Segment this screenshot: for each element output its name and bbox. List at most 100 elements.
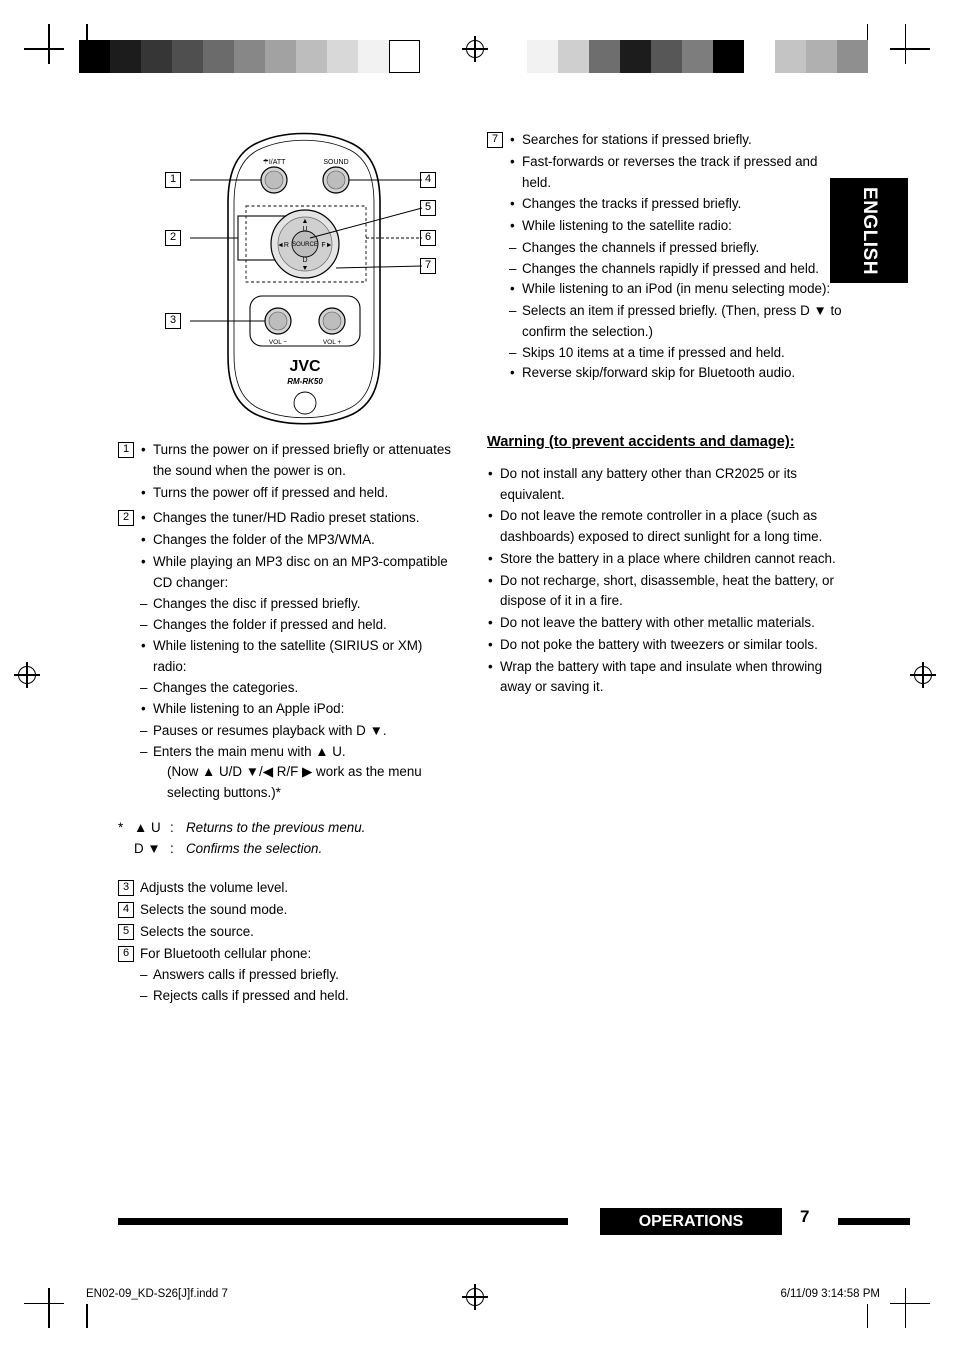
- key-7-ipod: While listening to an iPod (in menu sele…: [509, 279, 847, 300]
- key-5-text: Selects the source.: [140, 924, 254, 940]
- footnote-text-1: Returns to the previous menu.: [186, 820, 366, 836]
- list-item: Changes the tuner/HD Radio preset statio…: [140, 508, 458, 529]
- key-6-text: For Bluetooth cellular phone:: [140, 946, 312, 962]
- list-item: Do not recharge, short, disassemble, hea…: [487, 571, 847, 613]
- list-item: Changes the tracks if pressed briefly.: [509, 194, 847, 215]
- crop-mark: [86, 1304, 88, 1328]
- callout-2: 2: [165, 230, 181, 246]
- key-item-7: 7 Searches for stations if pressed brief…: [487, 130, 847, 385]
- key-3-text: Adjusts the volume level.: [140, 879, 289, 895]
- crop-mark: [866, 1304, 868, 1328]
- page-number: 7: [800, 1207, 810, 1226]
- left-column: 1 Turns the power on if pressed briefly …: [118, 440, 458, 1008]
- svg-text:SOUND: SOUND: [323, 159, 348, 166]
- key-6-sub: Answers calls if pressed briefly. Reject…: [140, 965, 458, 1007]
- registration-mark-right: [910, 662, 936, 688]
- key-number-4: 4: [118, 901, 134, 918]
- warning-section: Warning (to prevent accidents and damage…: [487, 431, 847, 698]
- color-bar-right: [527, 40, 868, 73]
- key-number-3: 3: [118, 879, 134, 896]
- list-item: Pauses or resumes playback with D ▼.: [140, 721, 458, 742]
- key-2-satellite-sub: Changes the categories.: [140, 678, 458, 699]
- footer-section-label: OPERATIONS: [600, 1208, 782, 1235]
- registration-mark-top: [462, 36, 488, 62]
- svg-text:U: U: [302, 226, 307, 233]
- crop-mark: [24, 1302, 64, 1304]
- list-item: Turns the power on if pressed briefly or…: [140, 440, 458, 482]
- callout-1: 1: [165, 172, 181, 188]
- callout-3: 3: [165, 313, 181, 329]
- key-2-bullets: Changes the tuner/HD Radio preset statio…: [140, 508, 458, 593]
- list-item: Answers calls if pressed briefly.: [140, 965, 458, 986]
- list-item: Skips 10 items at a time if pressed and …: [509, 343, 847, 364]
- key-2-ipod-sub: Pauses or resumes playback with D ▼. Ent…: [140, 721, 458, 763]
- svg-text:RM-RK50: RM-RK50: [287, 377, 323, 386]
- svg-text:VOL −: VOL −: [269, 339, 288, 346]
- crop-mark: [904, 24, 906, 64]
- list-item: Wrap the battery with tape and insulate …: [487, 657, 847, 699]
- imprint-filename: EN02-09_KD-S26[J]f.indd 7: [86, 1288, 228, 1300]
- list-item: Do not leave the remote controller in a …: [487, 506, 847, 548]
- crop-mark: [890, 1302, 930, 1304]
- crop-mark: [48, 24, 50, 64]
- color-bar-left: [79, 40, 420, 73]
- crop-mark: [904, 1288, 906, 1328]
- svg-text:☂I/ATT: ☂I/ATT: [263, 158, 287, 166]
- svg-text:F►: F►: [321, 242, 332, 249]
- list-item: Changes the channels rapidly if pressed …: [509, 259, 847, 280]
- key-number-7: 7: [487, 132, 503, 148]
- list-item: Do not poke the battery with tweezers or…: [487, 635, 847, 656]
- svg-text:VOL +: VOL +: [323, 339, 342, 346]
- page: ENGLISH ☂I/ATT SOUND SOURCE ▲ U D ▼ ◄R F…: [0, 0, 954, 1352]
- footnote-text-2: Confirms the selection.: [186, 840, 323, 856]
- list-item: Enters the main menu with ▲ U.: [140, 742, 458, 763]
- svg-text:▼: ▼: [302, 265, 309, 272]
- remote-control-illustration: ☂I/ATT SOUND SOURCE ▲ U D ▼ ◄R F► VOL − …: [150, 128, 460, 428]
- warning-title: Warning (to prevent accidents and damage…: [487, 434, 795, 451]
- svg-text:▲: ▲: [302, 218, 309, 225]
- footnote: * ▲ U : Returns to the previous menu. D …: [118, 818, 458, 860]
- key-2-ipod-note: (Now ▲ U/D ▼/◀ R/F ▶ work as the menu se…: [167, 764, 422, 801]
- registration-mark-bottom: [462, 1284, 488, 1310]
- key-items-simple: 3 Adjusts the volume level. 4 Selects th…: [118, 878, 458, 1007]
- list-item: While listening to an iPod (in menu sele…: [509, 279, 847, 300]
- key-number-1: 1: [118, 442, 134, 458]
- list-item: Changes the disc if pressed briefly.: [140, 594, 458, 615]
- list-item: Reverse skip/forward skip for Bluetooth …: [509, 363, 847, 384]
- key-7-satellite-sub: Changes the channels if pressed briefly.…: [509, 238, 847, 280]
- list-item: While listening to the satellite (SIRIUS…: [140, 636, 458, 678]
- key-7-bluetooth: Reverse skip/forward skip for Bluetooth …: [509, 363, 847, 384]
- key-4-text: Selects the sound mode.: [140, 901, 288, 917]
- list-item: Changes the categories.: [140, 678, 458, 699]
- list-item: Selects an item if pressed briefly. (The…: [509, 301, 847, 343]
- callout-4: 4: [420, 172, 436, 188]
- key-7-bullets: Searches for stations if pressed briefly…: [509, 130, 847, 237]
- callout-7: 7: [420, 258, 436, 274]
- footnote-symbol-2: D ▼: [134, 840, 161, 856]
- key-number-6: 6: [118, 946, 134, 963]
- crop-mark: [48, 1288, 50, 1328]
- list-item: While listening to the satellite radio:: [509, 216, 847, 237]
- key-item-6: 6 For Bluetooth cellular phone: Answers …: [118, 944, 458, 1006]
- key-7-ipod-sub: Selects an item if pressed briefly. (The…: [509, 301, 847, 363]
- key-item-1: 1 Turns the power on if pressed briefly …: [118, 440, 458, 504]
- key-item-5: 5 Selects the source.: [118, 922, 458, 943]
- list-item: Store the battery in a place where child…: [487, 549, 847, 570]
- svg-text:JVC: JVC: [289, 358, 321, 375]
- footnote-colon-1: :: [170, 820, 174, 836]
- footnote-star: *: [118, 820, 124, 836]
- key-2-satellite: While listening to the satellite (SIRIUS…: [140, 636, 458, 678]
- list-item: Changes the folder if pressed and held.: [140, 615, 458, 636]
- list-item: While playing an MP3 disc on an MP3-comp…: [140, 552, 458, 594]
- list-item: Do not install any battery other than CR…: [487, 464, 847, 506]
- crop-mark: [890, 48, 930, 50]
- svg-text:SOURCE: SOURCE: [292, 242, 318, 248]
- key-2-ipod: While listening to an Apple iPod:: [140, 699, 458, 720]
- imprint-timestamp: 6/11/09 3:14:58 PM: [780, 1288, 880, 1300]
- crop-mark: [24, 48, 64, 50]
- list-item: Fast-forwards or reverses the track if p…: [509, 152, 847, 194]
- right-column: 7 Searches for stations if pressed brief…: [487, 130, 847, 699]
- footer-rule-right: [838, 1218, 910, 1225]
- footnote-symbol-1: ▲ U: [134, 820, 161, 836]
- list-item: Turns the power off if pressed and held.: [140, 483, 458, 504]
